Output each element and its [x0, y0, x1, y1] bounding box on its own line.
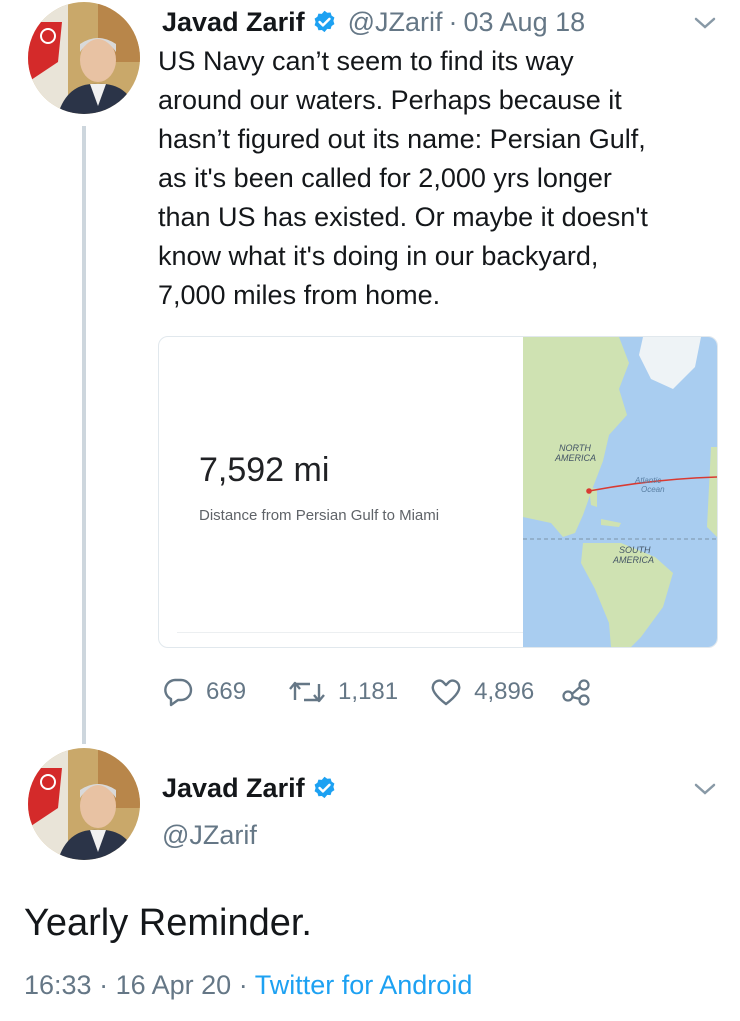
map-image: NORTH AMERICA Atlantic Ocean SOUTH AMERI… — [523, 337, 717, 647]
verified-badge-icon — [311, 9, 338, 36]
tweet-date: 16 Apr 20 — [115, 970, 232, 1000]
thread-line — [82, 126, 86, 744]
tweet-date[interactable]: 03 Aug 18 — [464, 7, 586, 38]
map-label: AMERICA — [612, 555, 654, 565]
tweet-header: Javad Zarif @JZarif · 03 Aug 18 — [162, 2, 585, 42]
chevron-down-icon[interactable] — [692, 14, 718, 32]
like-count: 4,896 — [474, 678, 535, 705]
tweet-source-link[interactable]: Twitter for Android — [255, 970, 473, 1000]
verified-badge-icon — [311, 775, 338, 802]
tweet-text: Yearly Reminder. — [24, 902, 312, 944]
like-button[interactable]: 4,896 — [430, 677, 534, 707]
avatar[interactable] — [28, 748, 140, 860]
separator-dot: · — [238, 970, 248, 1000]
card-distance: 7,592 mi — [199, 451, 330, 489]
tweet-meta: 16:33 · 16 Apr 20 · Twitter for Android — [24, 970, 472, 1001]
separator-dot: · — [99, 970, 109, 1000]
display-name[interactable]: Javad Zarif — [162, 7, 305, 38]
handle[interactable]: @JZarif — [162, 820, 257, 851]
tweet-text: US Navy can’t seem to find its way aroun… — [158, 46, 648, 310]
retweet-icon — [288, 678, 326, 706]
map-label: Ocean — [641, 485, 665, 494]
heart-icon — [430, 677, 462, 707]
reply-icon — [162, 677, 194, 707]
tweet-header: Javad Zarif — [162, 768, 338, 808]
share-button[interactable] — [560, 678, 594, 706]
share-icon — [560, 678, 594, 706]
map-label: Atlantic — [634, 476, 661, 485]
reply-count: 669 — [206, 678, 247, 705]
link-card[interactable]: 7,592 mi Distance from Persian Gulf to M… — [158, 336, 718, 648]
map-label: SOUTH — [619, 545, 651, 555]
separator-dot: · — [448, 6, 458, 37]
handle[interactable]: @JZarif — [348, 7, 443, 38]
retweet-count: 1,181 — [338, 678, 399, 705]
card-info: 7,592 mi Distance from Persian Gulf to M… — [159, 337, 523, 647]
map-label: NORTH — [559, 443, 591, 453]
tweet-time: 16:33 — [24, 970, 92, 1000]
card-description: Distance from Persian Gulf to Miami — [199, 507, 440, 524]
map-label: AMERICA — [554, 453, 596, 463]
chevron-down-icon[interactable] — [692, 780, 718, 798]
retweet-button[interactable]: 1,181 — [288, 678, 398, 706]
display-name[interactable]: Javad Zarif — [162, 773, 305, 804]
reply-button[interactable]: 669 — [162, 677, 246, 707]
avatar[interactable] — [28, 2, 140, 114]
tweet-actions: 669 1,181 4,896 — [162, 672, 594, 712]
